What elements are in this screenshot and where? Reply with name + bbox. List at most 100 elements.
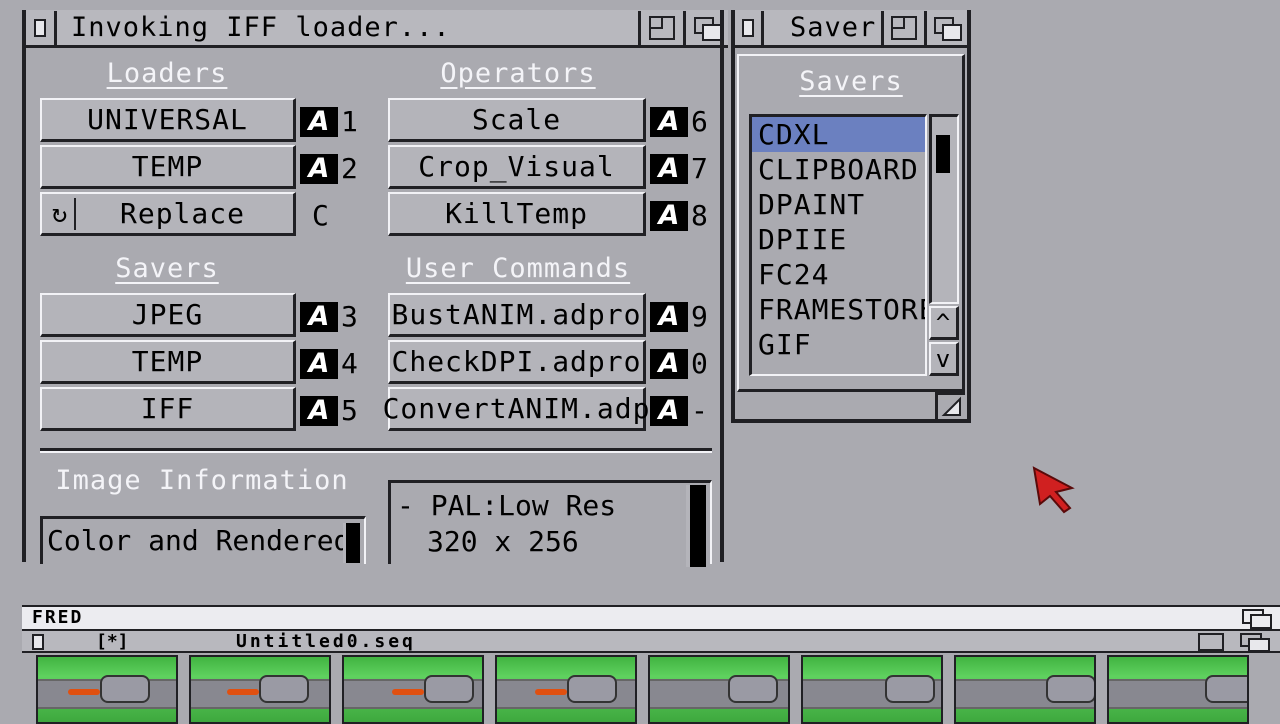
scroll-up-button[interactable]: ^ <box>929 306 959 340</box>
operator-button-scale[interactable]: Scale <box>388 98 646 142</box>
image-info-field: Color and Rendered <box>40 516 366 564</box>
list-scrollbar[interactable] <box>686 485 706 567</box>
frame-trail <box>535 689 567 695</box>
amiga-key-icon: A <box>650 106 688 137</box>
sequence-frame-thumbnail[interactable] <box>36 655 178 724</box>
loader-button-temp[interactable]: TEMP <box>40 145 296 189</box>
frame-car <box>392 675 474 703</box>
frame-trail <box>392 689 424 695</box>
user-command-hotkey-minus: A- <box>650 394 708 427</box>
main-window: Invoking IFF loader... Loaders Operators… <box>22 10 728 567</box>
replace-toggle-button[interactable]: ↻ Replace <box>40 192 296 236</box>
zoom-gadget-icon[interactable] <box>881 10 924 45</box>
loader-hotkey-2: A2 <box>300 152 358 185</box>
sequence-frame-thumbnail[interactable] <box>189 655 331 724</box>
saver-list-panel: Savers CDXL CLIPBOARD DPAINT DPIIE FC24 FRAME… <box>737 54 965 392</box>
operator-hotkey-7: A7 <box>650 152 708 185</box>
field-scrollbar[interactable] <box>343 523 360 563</box>
frame-car <box>535 675 617 703</box>
sequence-frame-thumbnail[interactable] <box>342 655 484 724</box>
operator-button-crop-visual[interactable]: Crop_Visual <box>388 145 646 189</box>
operators-heading: Operators <box>440 58 596 89</box>
zoom-gadget-icon[interactable] <box>638 10 683 45</box>
image-information-heading: Image Information <box>55 465 349 496</box>
scroll-down-button[interactable]: v <box>929 342 959 376</box>
user-command-button-bustanim[interactable]: BustANIM.adpro <box>388 293 646 337</box>
section-divider <box>40 448 712 453</box>
saver-window-titlebar[interactable]: Saver <box>735 10 967 48</box>
close-gadget-icon[interactable] <box>26 10 57 45</box>
saver-window: Saver Savers CDXL CLIPBOARD DPAINT DPIIE FC2… <box>731 10 971 423</box>
saver-button-jpeg[interactable]: JPEG <box>40 293 296 337</box>
user-command-button-checkdpi[interactable]: CheckDPI.adpro <box>388 340 646 384</box>
loader-hotkey-1: A1 <box>300 105 358 138</box>
fred-file-name: Untitled0.seq <box>236 631 416 652</box>
saver-scrollbar-track[interactable] <box>929 114 959 304</box>
frame-car <box>728 675 778 703</box>
display-mode-list[interactable]: - PAL:Low Res 320 x 256 <box>388 480 712 567</box>
saver-list-item[interactable]: CLIPBOARD <box>752 152 925 187</box>
saver-list-item[interactable]: GIF <box>752 327 925 362</box>
depth-gadget-icon[interactable] <box>1240 633 1270 652</box>
sequence-frame-thumbnail[interactable] <box>801 655 943 724</box>
resize-gadget-icon[interactable] <box>935 392 965 420</box>
display-mode-resolution: 320 x 256 <box>427 525 579 558</box>
depth-gadget-icon[interactable] <box>924 10 967 45</box>
cycle-icon: ↻ <box>46 198 76 230</box>
user-commands-heading: User Commands <box>405 253 631 284</box>
operator-hotkey-6: A6 <box>650 105 708 138</box>
frame-trail <box>68 689 100 695</box>
screen-depth-gadget-icon[interactable] <box>1242 609 1272 629</box>
saver-list-item[interactable]: DPIIE <box>752 222 925 257</box>
saver-scrollbar-thumb[interactable] <box>936 135 950 173</box>
amiga-key-icon: A <box>650 395 688 426</box>
saver-list-item[interactable]: CDXL <box>752 117 925 152</box>
frame-car <box>1205 675 1247 703</box>
user-command-hotkey-0: A0 <box>650 347 708 380</box>
saver-hotkey-4: A4 <box>300 347 358 380</box>
sequence-frame-thumbnail[interactable] <box>495 655 637 724</box>
saver-button-temp[interactable]: TEMP <box>40 340 296 384</box>
amiga-key-icon: A <box>300 395 338 426</box>
fred-window-marker: [*] <box>96 631 129 652</box>
loader-button-universal[interactable]: UNIVERSAL <box>40 98 296 142</box>
frame-car <box>227 675 309 703</box>
frame-car <box>885 675 935 703</box>
display-mode-line: - PAL:Low Res <box>397 489 617 522</box>
main-window-titlebar[interactable]: Invoking IFF loader... <box>26 10 728 48</box>
fred-screen-title: FRED <box>32 607 84 628</box>
fred-window-titlebar[interactable]: [*] Untitled0.seq <box>22 629 1280 653</box>
user-command-button-convertanim[interactable]: ConvertANIM.adp <box>383 387 649 431</box>
operator-hotkey-8: A8 <box>650 199 708 232</box>
saver-hotkey-3: A3 <box>300 300 358 333</box>
saver-list-item[interactable]: DPAINT <box>752 187 925 222</box>
saver-window-title: Saver <box>790 12 877 43</box>
close-gadget-icon[interactable] <box>32 634 44 650</box>
savers-heading: Savers <box>115 253 219 284</box>
zoom-gadget-icon[interactable] <box>1198 633 1224 651</box>
savers-list-heading: Savers <box>799 66 903 97</box>
close-gadget-icon[interactable] <box>735 10 764 45</box>
frame-car <box>68 675 150 703</box>
operator-button-killtemp[interactable]: KillTemp <box>388 192 646 236</box>
saver-list-item[interactable]: FC24 <box>752 257 925 292</box>
sequence-frame-thumbnail[interactable] <box>1107 655 1249 724</box>
main-window-title: Invoking IFF loader... <box>71 12 451 43</box>
savers-listview[interactable]: CDXL CLIPBOARD DPAINT DPIIE FC24 FRAMESTORE GI… <box>749 114 927 376</box>
frame-car <box>1046 675 1094 703</box>
saver-hotkey-5: A5 <box>300 394 358 427</box>
amiga-key-icon: A <box>650 301 688 332</box>
amiga-key-icon: A <box>650 200 688 231</box>
mouse-pointer-icon <box>1032 466 1075 514</box>
fred-screen-titlebar[interactable]: FRED <box>22 605 1280 629</box>
amiga-key-icon: A <box>300 106 338 137</box>
amiga-key-icon: A <box>650 153 688 184</box>
loaders-heading: Loaders <box>106 58 228 89</box>
saver-list-item[interactable]: FRAMESTORE <box>752 292 925 327</box>
saver-button-iff[interactable]: IFF <box>40 387 296 431</box>
replace-hotkey: C <box>312 199 329 232</box>
amiga-key-icon: A <box>300 301 338 332</box>
sequence-frame-thumbnail[interactable] <box>954 655 1096 724</box>
amiga-key-icon: A <box>300 153 338 184</box>
sequence-frame-thumbnail[interactable] <box>648 655 790 724</box>
